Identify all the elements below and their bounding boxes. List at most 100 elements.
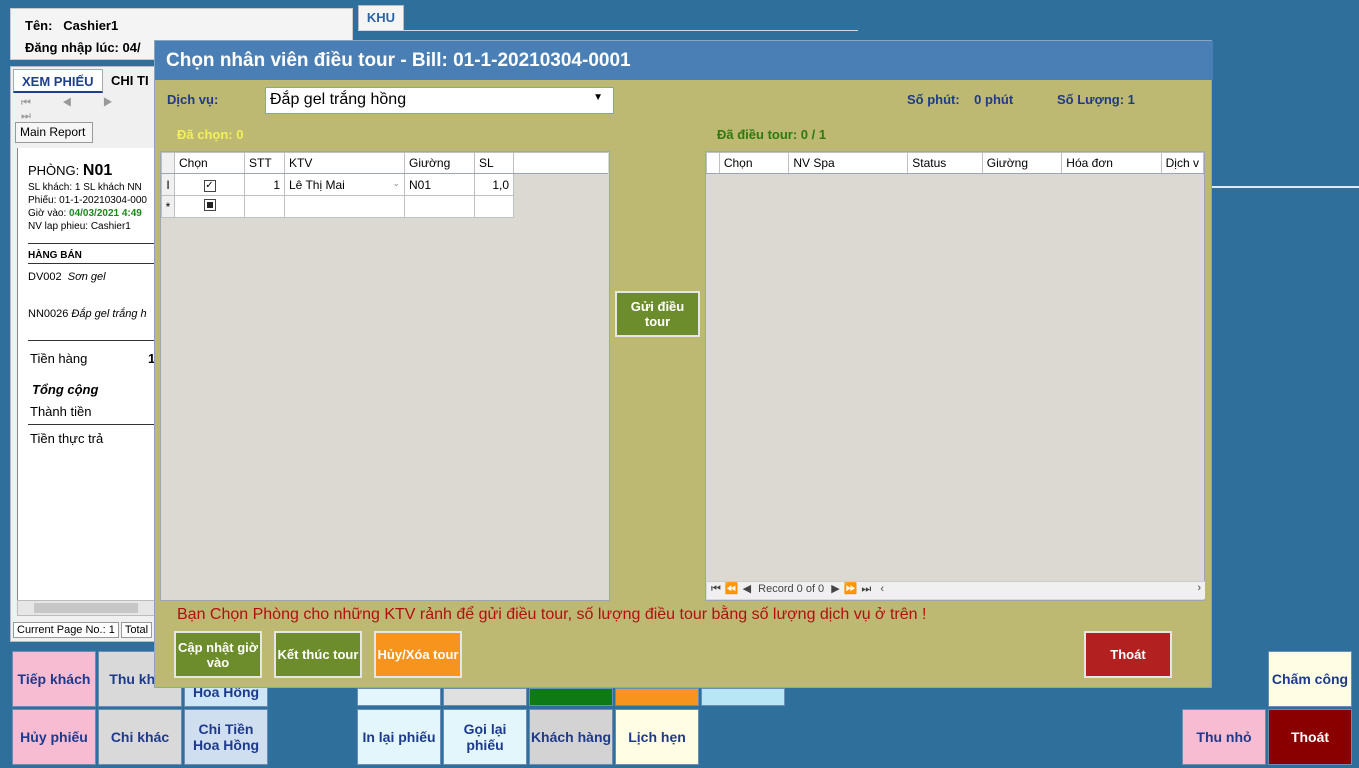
commission-payment-button[interactable]: Chi Tiền Hoa Hồng [184, 709, 268, 765]
table-header-row: Chọn NV Spa Status Giường Hóa đơn Dịch v [706, 152, 1204, 174]
column-header[interactable]: STT [244, 152, 285, 174]
total-pages: Total [120, 622, 153, 638]
appointment-button[interactable]: Lịch hẹn [615, 709, 699, 765]
record-navigator: ⏮ ⏪ ◀ Record 0 of 0 ▶ ⏩ ⏭ ‹ › [707, 581, 1205, 599]
minimize-button[interactable]: Thu nhỏ [1182, 709, 1266, 765]
instruction-message: Bạn Chọn Phòng cho những KTV rảnh để gửi… [177, 606, 927, 623]
main-exit-button[interactable]: Thoát [1268, 709, 1352, 765]
report-navigation[interactable]: ⏮ ◀ ▶ ⏭ [15, 97, 155, 122]
assigned-label: Đã điều tour: [717, 127, 798, 142]
checkbox-checked-icon[interactable]: ✓ [203, 180, 216, 192]
prev-page-icon[interactable]: ⏪ [725, 582, 739, 595]
minutes-label: Số phút: [907, 92, 960, 107]
column-header-filler [513, 152, 608, 174]
room-number: N01 [82, 162, 113, 179]
service-select[interactable]: Đắp gel trắng hồng ▼ [265, 87, 614, 114]
other-expense-button[interactable]: Chi khác [98, 709, 182, 765]
column-header[interactable]: Chọn [718, 152, 790, 174]
row-technician[interactable]: Lê Thị Mai ⌄ [284, 173, 405, 196]
new-row[interactable]: * [161, 195, 608, 218]
row-stt: 1 [244, 173, 285, 196]
scroll-right-icon[interactable]: › [1197, 582, 1201, 594]
item-code: DV002 [28, 271, 62, 283]
checkin-label: Giờ vào: [28, 208, 67, 219]
row-marker: I [161, 173, 175, 196]
tab-details[interactable]: CHI TI [103, 69, 157, 93]
table-row[interactable]: I ✓ 1 Lê Thị Mai ⌄ N01 1,0 [161, 173, 608, 196]
timekeeping-button[interactable]: Chấm công [1268, 651, 1352, 707]
column-header[interactable]: Chọn [174, 152, 245, 174]
sales-section: HÀNG BÁN [28, 250, 82, 261]
cancel-tour-button[interactable]: Hủy/Xóa tour [374, 631, 462, 678]
column-header[interactable]: KTV [284, 152, 405, 174]
report-horizontal-scrollbar[interactable] [17, 600, 159, 616]
selected-value: 0 [236, 127, 244, 142]
report-divider [28, 424, 161, 425]
main-report-tab[interactable]: Main Report [15, 122, 93, 143]
report-divider [28, 243, 161, 244]
scroll-thumb[interactable] [34, 603, 138, 613]
column-header[interactable]: Hóa đơn [1061, 152, 1162, 174]
checkin-time: 04/03/2021 4:49 [69, 208, 142, 219]
item-name: Đắp gel trắng h [71, 308, 147, 320]
update-checkin-button[interactable]: Cập nhật giờ vào [174, 631, 262, 678]
column-header[interactable]: Status [907, 152, 983, 174]
recall-ticket-button[interactable]: Gọi lại phiếu [443, 709, 527, 765]
reprint-ticket-button[interactable]: In lại phiếu [357, 709, 441, 765]
item-code: NN0026 [28, 308, 69, 320]
paid-label: Tiền thực trả [30, 431, 104, 446]
row-header-corner [161, 152, 175, 174]
scroll-left-icon[interactable]: ‹ [880, 583, 884, 595]
quantity-value: 1 [1127, 92, 1135, 107]
row-quantity[interactable]: 1,0 [474, 173, 514, 196]
tile-hidden-3[interactable] [529, 688, 613, 706]
next-record-icon[interactable]: ▶ [831, 582, 839, 595]
amount-label: Thành tiền [30, 404, 92, 419]
technician-name: Lê Thị Mai [289, 177, 345, 192]
login-time: 04/ [122, 40, 141, 55]
guest-count: SL khách: 1 SL khách NN [28, 182, 142, 193]
report-divider [28, 340, 161, 341]
new-row-checkbox[interactable] [174, 195, 245, 218]
tile-hidden-4[interactable] [615, 688, 699, 706]
chevron-down-icon[interactable]: ▼ [593, 92, 603, 103]
chevron-down-icon[interactable]: ⌄ [392, 178, 400, 189]
row-checkbox[interactable]: ✓ [174, 173, 245, 196]
tab-area[interactable]: KHU [358, 5, 404, 31]
report-preview: PHÒNG: N01 SL khách: 1 SL khách NN Phiếu… [17, 148, 161, 600]
row-bed[interactable]: N01 [404, 173, 475, 196]
user-name: Cashier1 [63, 18, 119, 33]
column-header[interactable]: Giường [981, 152, 1063, 174]
subtotal-label: Tiền hàng [30, 351, 88, 366]
area-divider [358, 30, 858, 31]
column-header[interactable]: Dịch v [1160, 152, 1204, 174]
last-record-icon[interactable]: ⏭ [861, 583, 871, 596]
technician-grid: Chọn STT KTV Giường SL I ✓ 1 Lê Thị Mai ⌄… [160, 151, 610, 601]
customer-button[interactable]: Khách hàng [529, 709, 613, 765]
row-header-corner [706, 152, 720, 174]
send-tour-button[interactable]: Gửi điều tour [615, 291, 700, 337]
creator: NV lap phieu: Cashier1 [28, 221, 131, 232]
tile-hidden-5[interactable] [701, 688, 785, 706]
checkbox-indeterminate-icon[interactable] [203, 199, 216, 211]
column-header[interactable]: SL [474, 152, 514, 174]
total-label: Tổng cộng [32, 382, 99, 397]
cancel-ticket-button[interactable]: Hủy phiếu [12, 709, 96, 765]
first-record-icon[interactable]: ⏮ [711, 583, 721, 596]
column-header[interactable]: Giường [404, 152, 475, 174]
selected-label: Đã chọn: [177, 127, 233, 142]
table-header-row: Chọn STT KTV Giường SL [161, 152, 608, 174]
dialog-exit-button[interactable]: Thoát [1084, 631, 1172, 678]
assigned-grid: Chọn NV Spa Status Giường Hóa đơn Dịch v [705, 151, 1205, 601]
ticket-number: Phiếu: 01-1-20210304-000 [28, 195, 147, 206]
tile-hidden-1[interactable] [357, 688, 441, 706]
assigned-value: 0 / 1 [800, 127, 827, 142]
tab-view-ticket[interactable]: XEM PHIẾU [13, 69, 103, 93]
end-tour-button[interactable]: Kết thúc tour [274, 631, 362, 678]
reception-button[interactable]: Tiếp khách [12, 651, 96, 707]
prev-record-icon[interactable]: ◀ [743, 582, 751, 595]
tile-hidden-2[interactable] [443, 688, 527, 706]
item-name: Sơn gel [67, 271, 106, 283]
column-header[interactable]: NV Spa [788, 152, 909, 174]
next-page-icon[interactable]: ⏩ [844, 582, 858, 595]
